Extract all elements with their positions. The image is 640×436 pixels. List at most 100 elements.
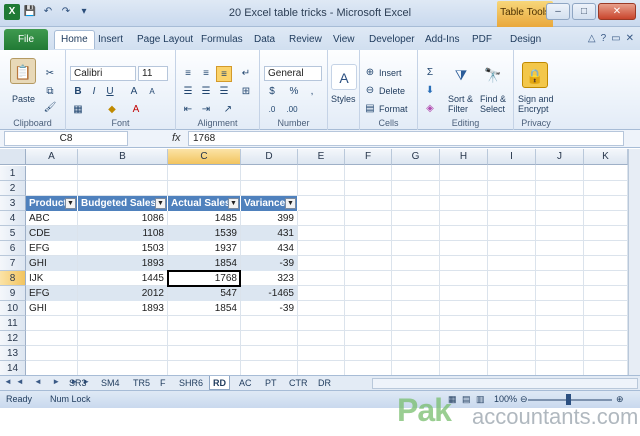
formula-input[interactable]: 1768 (188, 131, 624, 146)
align-middle-icon[interactable]: ≡ (198, 66, 214, 82)
table-cell[interactable]: CDE (26, 226, 77, 241)
vertical-scrollbar[interactable] (628, 149, 640, 375)
tab-formulas[interactable]: Formulas (201, 31, 243, 50)
sheet-tab-dr[interactable]: DR (315, 376, 334, 390)
comma-button[interactable]: , (304, 84, 320, 100)
decrease-decimal-icon[interactable]: .00 (284, 102, 300, 118)
window-close-icon[interactable]: ✕ (626, 33, 634, 44)
close-button[interactable]: ✕ (598, 3, 636, 20)
cut-icon[interactable]: ✂ (42, 66, 58, 82)
sort-filter-label-2[interactable]: Filter (448, 104, 468, 114)
tab-home[interactable]: Home (54, 30, 95, 49)
column-header-k[interactable]: K (584, 149, 628, 165)
sign-encrypt-label-1[interactable]: Sign and (518, 94, 554, 104)
align-bottom-icon[interactable]: ≡ (216, 66, 232, 82)
find-select-label-1[interactable]: Find & (480, 94, 506, 104)
column-header-b[interactable]: B (78, 149, 168, 165)
increase-indent-icon[interactable]: ⇥ (198, 102, 214, 118)
column-header-g[interactable]: G (392, 149, 440, 165)
currency-button[interactable]: $ (264, 84, 280, 100)
name-box[interactable]: C8 (4, 131, 128, 146)
paste-button[interactable]: Paste (12, 94, 35, 104)
sign-encrypt-icon[interactable]: 🔒 (522, 62, 548, 88)
table-cell[interactable]: 1539 (168, 226, 240, 241)
sheet-tab-sm4[interactable]: SM4 (98, 376, 123, 390)
column-header-e[interactable]: E (298, 149, 345, 165)
row-header-2[interactable]: 2 (0, 181, 26, 196)
row-header-14[interactable]: 14 (0, 361, 26, 375)
row-header-5[interactable]: 5 (0, 226, 26, 241)
row-header-6[interactable]: 6 (0, 241, 26, 256)
tab-view[interactable]: View (333, 31, 355, 50)
table-cell[interactable]: 1485 (168, 211, 240, 226)
row-header-8[interactable]: 8 (0, 271, 26, 286)
table-cell[interactable]: GHI (26, 256, 77, 271)
table-cell[interactable]: 1854 (168, 256, 240, 271)
table-cell[interactable]: 1893 (78, 301, 167, 316)
row-header-11[interactable]: 11 (0, 316, 26, 331)
tab-design[interactable]: Design (510, 31, 541, 50)
table-cell[interactable]: -39 (241, 256, 297, 271)
table-cell[interactable]: -1465 (241, 286, 297, 301)
column-header-d[interactable]: D (241, 149, 298, 165)
row-header-12[interactable]: 12 (0, 331, 26, 346)
tab-add-ins[interactable]: Add-Ins (425, 31, 459, 50)
zoom-level[interactable]: 100% (494, 394, 517, 404)
find-select-label-2[interactable]: Select (480, 104, 505, 114)
merge-center-icon[interactable]: ⊞ (238, 84, 254, 100)
autosum-icon[interactable]: Σ (422, 65, 438, 81)
font-color-icon[interactable]: A (128, 102, 144, 118)
font-size-select[interactable]: 11 (138, 66, 168, 81)
table-cell[interactable]: EFG (26, 286, 77, 301)
row-header-1[interactable]: 1 (0, 166, 26, 181)
table-cell[interactable]: GHI (26, 301, 77, 316)
table-cell[interactable]: 547 (168, 286, 240, 301)
help-icon[interactable]: ? (601, 33, 607, 44)
align-left-icon[interactable]: ☰ (180, 84, 196, 100)
decrease-indent-icon[interactable]: ⇤ (180, 102, 196, 118)
sort-filter-icon[interactable]: ⧩ (448, 62, 474, 88)
format-painter-icon[interactable]: 🖌 (42, 100, 58, 116)
orientation-icon[interactable]: ↗ (220, 102, 236, 118)
borders-icon[interactable]: ▦ (70, 102, 86, 118)
column-header-j[interactable]: J (536, 149, 584, 165)
sign-encrypt-label-2[interactable]: Encrypt (518, 104, 549, 114)
table-cell[interactable]: 1086 (78, 211, 167, 226)
table-cell[interactable]: 323 (241, 271, 297, 286)
row-header-13[interactable]: 13 (0, 346, 26, 361)
align-top-icon[interactable]: ≡ (180, 66, 196, 82)
column-header-i[interactable]: I (488, 149, 536, 165)
italic-icon[interactable]: I (86, 84, 102, 100)
insert-cells-icon[interactable]: ⊕ (362, 65, 378, 81)
tab-page-layout[interactable]: Page Layout (137, 31, 193, 50)
table-cell[interactable]: 1937 (168, 241, 240, 256)
row-header-7[interactable]: 7 (0, 256, 26, 271)
find-select-icon[interactable]: 🔭 (480, 62, 506, 88)
table-cell[interactable]: 1854 (168, 301, 240, 316)
filter-dropdown-icon[interactable]: ▼ (228, 198, 239, 209)
row-header-3[interactable]: 3 (0, 196, 26, 211)
number-format-select[interactable]: General (264, 66, 322, 81)
insert-function-icon[interactable]: fx (172, 132, 181, 144)
increase-decimal-icon[interactable]: .0 (264, 102, 280, 118)
window-restore-icon[interactable]: ▭ (611, 33, 620, 44)
sheet-tab-sr3[interactable]: SR3 (66, 376, 90, 390)
page-layout-view-icon[interactable]: ▤ (462, 394, 471, 405)
copy-icon[interactable]: ⧉ (42, 84, 58, 100)
tab-data[interactable]: Data (254, 31, 275, 50)
align-right-icon[interactable]: ☰ (216, 84, 232, 100)
maximize-button[interactable]: □ (572, 3, 596, 20)
minimize-button[interactable]: – (546, 3, 570, 20)
column-header-a[interactable]: A (26, 149, 78, 165)
sheet-tab-rd[interactable]: RD (209, 376, 230, 390)
grow-font-icon[interactable]: A (126, 84, 142, 100)
styles-button[interactable]: Styles (331, 94, 356, 104)
column-header-h[interactable]: H (440, 149, 488, 165)
table-cell[interactable]: IJK (26, 271, 77, 286)
sheet-tab-f[interactable]: F (157, 376, 169, 390)
font-name-select[interactable]: Calibri (70, 66, 136, 81)
table-cell[interactable]: 434 (241, 241, 297, 256)
column-header-f[interactable]: F (345, 149, 392, 165)
tab-pdf[interactable]: PDF (472, 31, 492, 50)
table-cell[interactable]: -39 (241, 301, 297, 316)
